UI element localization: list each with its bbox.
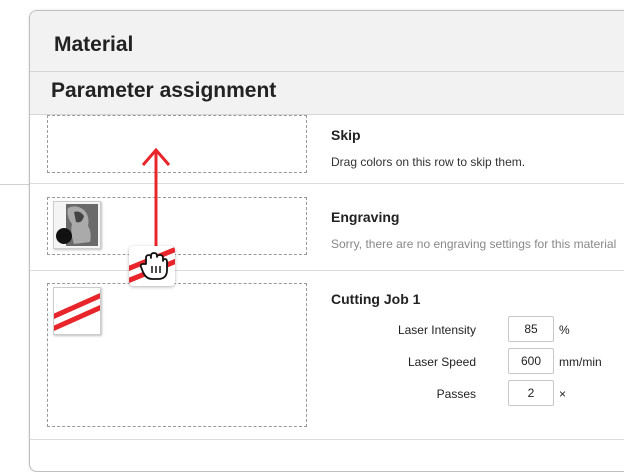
drag-arrow-overlay xyxy=(141,147,171,252)
grab-hand-icon xyxy=(139,252,168,280)
